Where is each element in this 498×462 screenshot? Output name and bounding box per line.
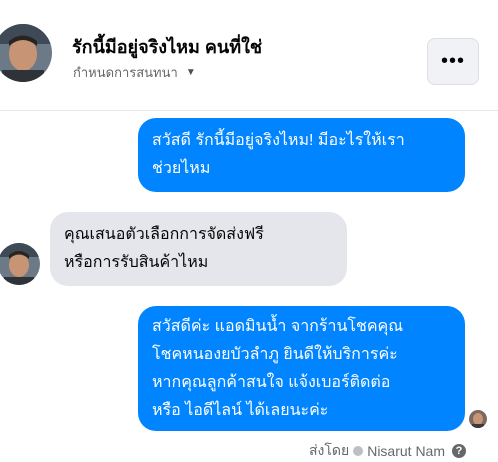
conversation-title: รักนี้มีอยู่จริงไหม คนที่ใช่ — [72, 37, 263, 57]
more-options-button[interactable]: ••• — [427, 38, 479, 85]
message-bubble-incoming[interactable]: คุณเสนอตัวเลือกการจัดส่งฟรี หรือการรับสิ… — [50, 212, 347, 286]
message-line: หรือ ไอดีไลน์ ได้เลยนะค่ะ — [152, 402, 329, 419]
message-line: สวัสดีค่ะ แอดมินน้ำ จากร้านโชคคุณ — [152, 318, 404, 335]
more-horizontal-icon: ••• — [440, 50, 465, 72]
message-line: หรือการรับสินค้าไหม — [64, 254, 209, 271]
conversation-settings-dropdown[interactable]: กำหนดการสนทนา ▼ — [73, 62, 196, 83]
conversation-header: รักนี้มีอยู่จริงไหม คนที่ใช่ กำหนดการสนท… — [0, 0, 498, 111]
message-line: สวัสดี รักนี้มีอยู่จริงไหม! มีอะไรให้เรา — [152, 132, 405, 149]
profile-avatar[interactable] — [0, 24, 52, 82]
message-line: ช่วยไหม — [152, 160, 211, 177]
message-bubble-outgoing[interactable]: สวัสดีค่ะ แอดมินน้ำ จากร้านโชคคุณ โชคหนอ… — [138, 306, 465, 431]
question-circle-icon[interactable]: ? — [452, 444, 466, 458]
message-line: โชคหนองยบัวลำภู ยินดีให้บริการค่ะ — [152, 346, 398, 363]
message-bubble-outgoing[interactable]: สวัสดี รักนี้มีอยู่จริงไหม! มีอะไรให้เรา… — [138, 118, 465, 192]
conversation-subtitle: กำหนดการสนทนา — [73, 65, 178, 80]
sender-name[interactable]: Nisarut Nam — [367, 443, 445, 459]
sent-by-label: ส่งโดย — [309, 442, 350, 458]
check-circle-icon — [353, 446, 364, 456]
message-line: หากคุณลูกค้าสนใจ แจ้งเบอร์ติดต่อ — [152, 374, 391, 391]
sent-by-row: ส่งโดย Nisarut Nam ? — [309, 440, 466, 462]
caret-down-icon: ▼ — [185, 67, 196, 78]
message-line: คุณเสนอตัวเลือกการจัดส่งฟรี — [64, 226, 264, 243]
sender-avatar[interactable] — [0, 243, 40, 285]
seen-avatar — [469, 410, 487, 428]
